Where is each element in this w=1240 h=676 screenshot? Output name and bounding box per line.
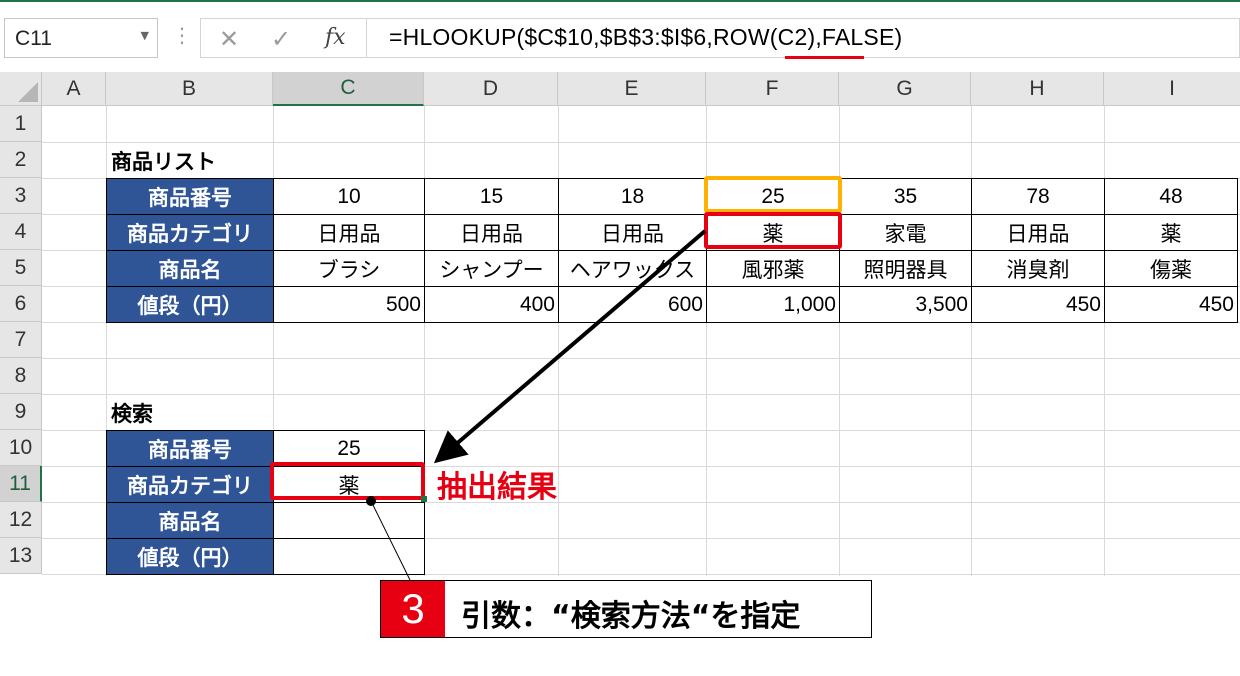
result-label: 抽出結果 [437, 470, 557, 505]
step-text: 引数：“検索方法“を指定 [461, 599, 801, 634]
callout-connector [370, 500, 411, 581]
step-number-badge: 3 [381, 581, 445, 637]
annotation-overlay [366, 229, 707, 581]
step-callout: 3 引数：“検索方法“を指定 [380, 580, 872, 638]
result-arrow [433, 229, 707, 464]
